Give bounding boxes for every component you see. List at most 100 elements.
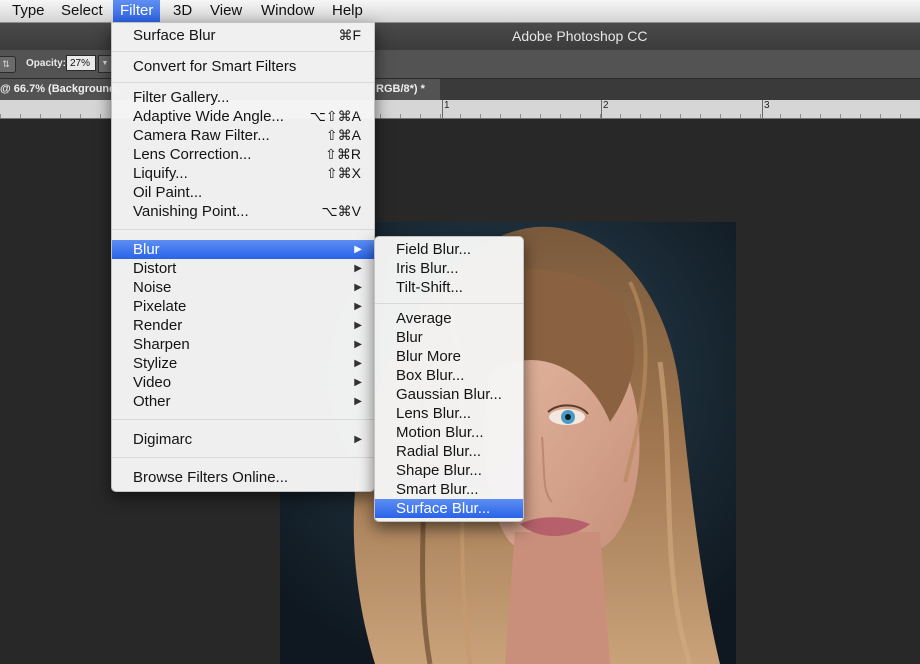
submenu-item-blur-more[interactable]: Blur More [375,347,523,366]
menu-view[interactable]: View [203,0,249,22]
menu-item-video[interactable]: Video ▶ [112,373,374,392]
menu-item-label: Stylize [133,355,178,372]
menu-item-noise[interactable]: Noise ▶ [112,278,374,297]
menu-item-label: Lens Correction... [133,146,252,163]
triangle-right-icon: ▶ [354,377,362,388]
menu-item-stylize[interactable]: Stylize ▶ [112,354,374,373]
submenu-item-average[interactable]: Average [375,309,523,328]
menu-window[interactable]: Window [254,0,321,22]
menu-divider [112,82,374,83]
menu-item-label: Smart Blur... [396,481,479,498]
menu-divider [112,51,374,52]
menu-item-label: Video [133,374,172,391]
menu-item-shortcut: ⌥⌘V [321,203,361,219]
submenu-item-box-blur[interactable]: Box Blur... [375,366,523,385]
document-tab-mode: RGB/8*) * [376,83,425,95]
menu-item-label: Gaussian Blur... [396,386,502,403]
document-tab-title: @ 66.7% (Background, [0,83,119,95]
triangle-right-icon: ▶ [354,301,362,312]
menu-item-browse-filters-online[interactable]: Browse Filters Online... [112,468,374,487]
menu-item-shortcut: ⌥⇧⌘A [309,108,361,124]
triangle-right-icon: ▶ [354,263,362,274]
menu-item-label: Box Blur... [396,367,465,384]
menu-item-label: Pixelate [133,298,187,315]
up-down-stepper-icon[interactable]: ⇅ [0,56,16,73]
menu-item-shortcut: ⇧⌘A [325,127,361,143]
opacity-input[interactable]: 27% [66,55,96,71]
menu-item-oil-paint[interactable]: Oil Paint... [112,183,374,202]
menu-item-label: Liquify... [133,165,188,182]
triangle-right-icon: ▶ [354,358,362,369]
menu-item-pixelate[interactable]: Pixelate ▶ [112,297,374,316]
menu-item-label: Lens Blur... [396,405,472,422]
menu-item-label: Adaptive Wide Angle... [133,108,284,125]
ruler-number: 1 [444,100,450,111]
ruler-major-tick [762,100,763,118]
submenu-item-surface-blur[interactable]: Surface Blur... [375,499,523,518]
menu-item-vanishing-point[interactable]: Vanishing Point... ⌥⌘V [112,202,374,221]
menu-item-label: Oil Paint... [133,184,203,201]
triangle-right-icon: ▶ [354,434,362,445]
menu-item-camera-raw-filter[interactable]: Camera Raw Filter... ⇧⌘A [112,126,374,145]
menu-item-label: Render [133,317,183,334]
submenu-item-iris-blur[interactable]: Iris Blur... [375,259,523,278]
triangle-right-icon: ▶ [354,244,362,255]
menu-3d[interactable]: 3D [166,0,199,22]
submenu-item-radial-blur[interactable]: Radial Blur... [375,442,523,461]
menu-help[interactable]: Help [325,0,370,22]
menu-item-label: Shape Blur... [396,462,482,479]
menu-item-label: Field Blur... [396,241,472,258]
photoshop-window: Type Select Filter 3D View Window Help A… [0,0,920,664]
menu-type[interactable]: Type [5,0,52,22]
menu-item-label: Blur [133,241,160,258]
menu-item-convert-smart-filters[interactable]: Convert for Smart Filters [112,57,374,76]
menu-item-label: Radial Blur... [396,443,482,460]
menu-filter[interactable]: Filter [113,0,161,22]
menu-item-label: Iris Blur... [396,260,459,277]
menu-item-label: Digimarc [133,431,193,448]
ruler-number: 2 [603,100,609,111]
submenu-item-field-blur[interactable]: Field Blur... [375,240,523,259]
menu-item-filter-gallery[interactable]: Filter Gallery... [112,88,374,107]
menu-item-label: Distort [133,260,177,277]
app-title: Adobe Photoshop CC [512,28,648,44]
menu-item-label: Blur More [396,348,462,365]
menu-item-sharpen[interactable]: Sharpen ▶ [112,335,374,354]
ruler-major-tick [442,100,443,118]
menu-item-digimarc[interactable]: Digimarc ▶ [112,430,374,449]
menu-divider [375,303,523,304]
filter-menu: Surface Blur ⌘F Convert for Smart Filters… [111,22,375,492]
submenu-item-shape-blur[interactable]: Shape Blur... [375,461,523,480]
submenu-item-lens-blur[interactable]: Lens Blur... [375,404,523,423]
submenu-item-gaussian-blur[interactable]: Gaussian Blur... [375,385,523,404]
menu-item-last-filter[interactable]: Surface Blur ⌘F [112,26,374,45]
submenu-item-blur[interactable]: Blur [375,328,523,347]
ruler-major-tick [601,100,602,118]
menu-item-label: Noise [133,279,172,296]
menu-item-blur[interactable]: Blur ▶ [112,240,374,259]
chevron-down-icon[interactable]: ▼ [98,55,112,73]
menu-bar: Type Select Filter 3D View Window Help [0,0,920,23]
menu-item-adaptive-wide-angle[interactable]: Adaptive Wide Angle... ⌥⇧⌘A [112,107,374,126]
menu-select[interactable]: Select [54,0,110,22]
menu-item-label: Sharpen [133,336,190,353]
menu-item-label: Average [396,310,452,327]
submenu-item-smart-blur[interactable]: Smart Blur... [375,480,523,499]
menu-item-distort[interactable]: Distort ▶ [112,259,374,278]
submenu-item-motion-blur[interactable]: Motion Blur... [375,423,523,442]
submenu-item-tilt-shift[interactable]: Tilt-Shift... [375,278,523,297]
menu-item-shortcut: ⇧⌘X [325,165,361,181]
triangle-right-icon: ▶ [354,339,362,350]
menu-item-label: Browse Filters Online... [133,469,289,486]
menu-item-label: Surface Blur [133,27,216,44]
menu-item-label: Vanishing Point... [133,203,249,220]
menu-item-shortcut: ⇧⌘R [325,146,361,162]
triangle-right-icon: ▶ [354,282,362,293]
triangle-right-icon: ▶ [354,396,362,407]
opacity-label: Opacity: [26,58,67,69]
menu-item-liquify[interactable]: Liquify... ⇧⌘X [112,164,374,183]
menu-item-other[interactable]: Other ▶ [112,392,374,411]
menu-item-lens-correction[interactable]: Lens Correction... ⇧⌘R [112,145,374,164]
menu-item-render[interactable]: Render ▶ [112,316,374,335]
menu-item-shortcut: ⌘F [338,27,361,43]
